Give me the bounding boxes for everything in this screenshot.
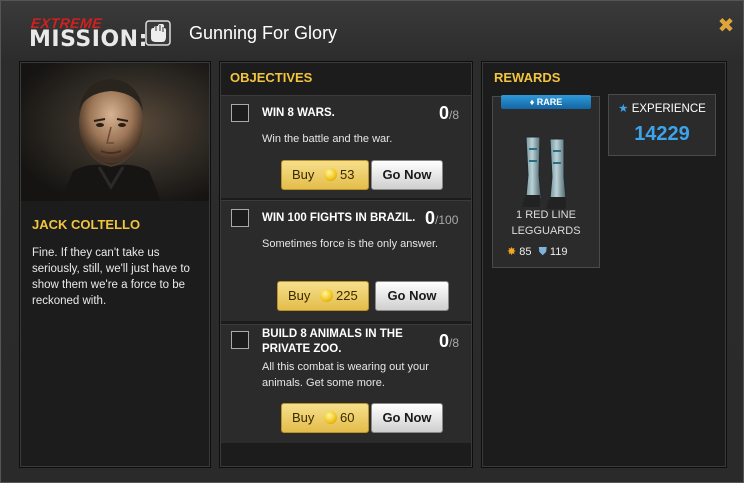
- objective-title: WIN 8 WARS.: [262, 107, 335, 119]
- buy-cost: 60: [340, 410, 355, 425]
- experience-card: ★ EXPERIENCE 14229: [608, 94, 716, 156]
- objective-checkbox[interactable]: [231, 209, 249, 227]
- character-name: JACK COLTELLO: [32, 217, 141, 232]
- star-icon: ★: [618, 103, 629, 115]
- experience-label: ★ EXPERIENCE: [618, 103, 706, 115]
- experience-value: 14229: [634, 123, 690, 145]
- close-icon[interactable]: ✖: [717, 16, 735, 36]
- buy-button[interactable]: Buy 225: [277, 281, 369, 311]
- defense-icon: ⛊: [538, 246, 547, 258]
- mission-label: MISSION:: [29, 27, 148, 52]
- buy-label: Buy: [288, 288, 311, 303]
- fist-icon: [145, 20, 171, 46]
- objective-description: Win the battle and the war.: [262, 133, 393, 145]
- mission-title: Gunning For Glory: [189, 23, 338, 43]
- go-now-button[interactable]: Go Now: [371, 403, 443, 433]
- attack-value: 85: [519, 246, 532, 258]
- objectives-panel: OBJECTIVES WIN 8 WARS. 0/8 Win the battl…: [219, 61, 473, 468]
- legguards-icon: [522, 136, 567, 209]
- objective-progress: 0/8: [439, 331, 460, 351]
- buy-label: Buy: [292, 167, 315, 182]
- reward-item-card[interactable]: ♦ RARE 1 RED LINE LEGGUARDS ✸ 85 ⛊ 119: [492, 95, 600, 268]
- buy-button[interactable]: Buy 60: [281, 403, 369, 433]
- go-now-button[interactable]: Go Now: [371, 160, 443, 190]
- buy-cost: 53: [340, 167, 355, 182]
- defense-value: 119: [549, 246, 568, 258]
- character-panel: JACK COLTELLO Fine. If they can't take u…: [19, 61, 211, 468]
- character-quote: Fine. If they can't take us seriously, s…: [32, 247, 190, 307]
- buy-button[interactable]: Buy 53: [281, 160, 369, 190]
- objective-progress: 0/8: [439, 103, 460, 123]
- objective-description: Sometimes force is the only answer.: [262, 238, 439, 250]
- objective-item: WIN 8 WARS. 0/8 Win the battle and the w…: [221, 95, 471, 198]
- objective-item: BUILD 8 ANIMALS IN THE PRIVATE ZOO. 0/8 …: [221, 324, 471, 443]
- rewards-panel: REWARDS ♦ RARE 1 RED LINE LEGGUARDS ✸ 85…: [481, 61, 727, 468]
- objectives-heading: OBJECTIVES: [230, 70, 313, 85]
- attack-icon: ✸: [507, 246, 517, 258]
- rewards-heading: REWARDS: [494, 70, 561, 85]
- character-portrait: [21, 63, 209, 201]
- objective-checkbox[interactable]: [231, 104, 249, 122]
- objective-title: WIN 100 FIGHTS IN BRAZIL.: [262, 212, 416, 224]
- rarity-badge: ♦ RARE: [501, 95, 591, 109]
- reward-stats: ✸ 85 ⛊ 119: [507, 245, 567, 259]
- objective-checkbox[interactable]: [231, 331, 249, 349]
- objective-progress: 0/100: [425, 208, 459, 228]
- gold-coin-icon: [320, 289, 333, 302]
- buy-cost: 225: [336, 288, 358, 303]
- objective-title: BUILD 8 ANIMALS IN THE PRIVATE ZOO.: [262, 328, 403, 355]
- buy-label: Buy: [292, 410, 315, 425]
- reward-item-name: 1 RED LINE: [516, 209, 576, 221]
- objective-description: All this combat is wearing out your anim…: [262, 361, 429, 389]
- mission-dialog: EXTREME MISSION: Gunning For Glory ✖ JAC…: [0, 0, 744, 483]
- gold-coin-icon: [324, 168, 337, 181]
- reward-item-name: LEGGUARDS: [511, 225, 581, 237]
- gold-coin-icon: [324, 411, 337, 424]
- objective-item: WIN 100 FIGHTS IN BRAZIL. 0/100 Sometime…: [221, 200, 471, 321]
- go-now-button[interactable]: Go Now: [375, 281, 449, 311]
